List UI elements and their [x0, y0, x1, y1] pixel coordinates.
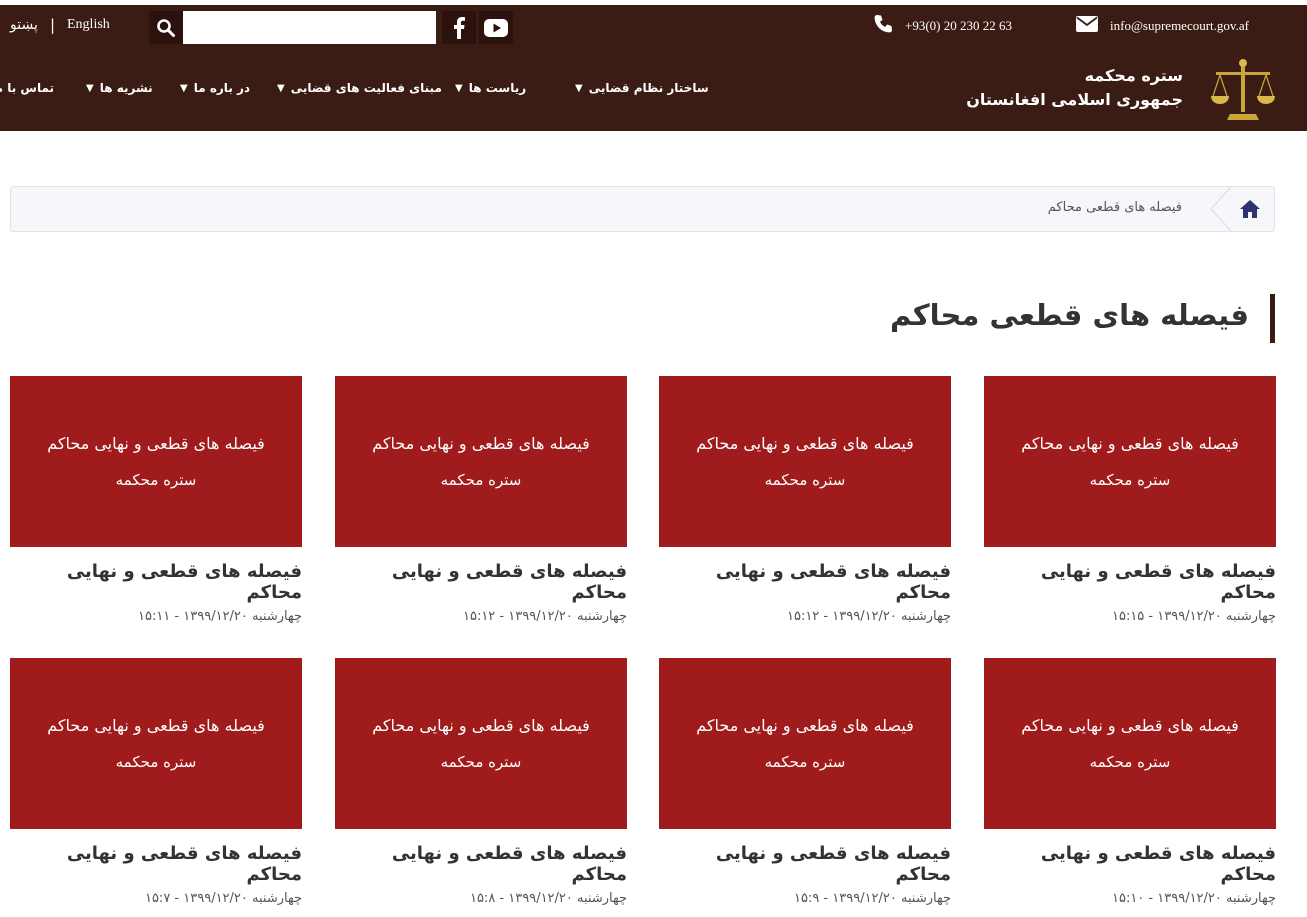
- card-date: چهارشنبه ۱۳۹۹/۱۲/۲۰ - ۱۵:۱۲: [786, 609, 951, 624]
- nav-item-publications[interactable]: نشریه ها ▼: [86, 81, 153, 95]
- thumbnail-line2: ستره محکمه: [764, 471, 846, 489]
- phone-icon: [874, 15, 892, 33]
- thumbnail-line2: ستره محکمه: [115, 471, 197, 489]
- facebook-icon: [454, 16, 465, 39]
- breadcrumb-divider: [1210, 187, 1232, 231]
- brand-name: ستره محکمه: [1084, 66, 1183, 85]
- thumbnail-line1: فیصله های قطعی و نهایی محاکم: [1021, 716, 1239, 735]
- news-card[interactable]: فیصله های قطعی و نهایی محاکم ستره محکمه …: [659, 376, 951, 624]
- search-input[interactable]: [183, 11, 436, 44]
- thumbnail-line1: فیصله های قطعی و نهایی محاکم: [696, 434, 914, 453]
- thumbnail-line2: ستره محکمه: [764, 753, 846, 771]
- thumbnail-line1: فیصله های قطعی و نهایی محاکم: [372, 434, 590, 453]
- search-icon: [157, 18, 175, 37]
- card-thumbnail[interactable]: فیصله های قطعی و نهایی محاکم ستره محکمه: [10, 376, 302, 547]
- card-title[interactable]: فیصله های قطعی و نهایی محاکم: [335, 561, 627, 603]
- email-link[interactable]: info@supremecourt.gov.af: [1110, 18, 1249, 34]
- chevron-down-icon: ▼: [86, 82, 94, 94]
- card-date: چهارشنبه ۱۳۹۹/۱۲/۲۰ - ۱۵:۹: [793, 891, 951, 906]
- card-title[interactable]: فیصله های قطعی و نهایی محاکم: [659, 561, 951, 603]
- news-card[interactable]: فیصله های قطعی و نهایی محاکم ستره محکمه …: [984, 376, 1276, 624]
- youtube-icon: [484, 18, 508, 37]
- main-navbar: ستره محکمه جمهوری اسلامی افغانستان ساختا…: [0, 50, 1307, 131]
- card-title[interactable]: فیصله های قطعی و نهایی محاکم: [659, 843, 951, 885]
- thumbnail-line1: فیصله های قطعی و نهایی محاکم: [47, 716, 265, 735]
- nav-item-judicial-structure[interactable]: ساختار نظام قضایی ▼: [575, 81, 709, 95]
- nav-item-label: تماس با ما: [0, 81, 54, 95]
- thumbnail-line1: فیصله های قطعی و نهایی محاکم: [372, 716, 590, 735]
- thumbnail-line2: ستره محکمه: [1089, 471, 1171, 489]
- thumbnail-line1: فیصله های قطعی و نهایی محاکم: [47, 434, 265, 453]
- card-thumbnail[interactable]: فیصله های قطعی و نهایی محاکم ستره محکمه: [335, 376, 627, 547]
- thumbnail-line2: ستره محکمه: [1089, 753, 1171, 771]
- nav-item-departments[interactable]: ریاست ها ▼: [455, 81, 526, 95]
- facebook-link[interactable]: [442, 11, 476, 44]
- thumbnail-line2: ستره محکمه: [115, 753, 197, 771]
- card-title[interactable]: فیصله های قطعی و نهایی محاکم: [984, 843, 1276, 885]
- top-bar: پښتو | English +93(0) 20 230 22 63 info@…: [0, 0, 1307, 50]
- news-card[interactable]: فیصله های قطعی و نهایی محاکم ستره محکمه …: [10, 658, 302, 906]
- card-title[interactable]: فیصله های قطعی و نهایی محاکم: [335, 843, 627, 885]
- language-separator: |: [50, 16, 56, 34]
- chevron-down-icon: ▼: [575, 82, 583, 94]
- card-title[interactable]: فیصله های قطعی و نهایی محاکم: [10, 561, 302, 603]
- home-icon[interactable]: [1239, 199, 1261, 219]
- breadcrumb-current: فیصله های قطعی محاکم: [1047, 200, 1182, 215]
- card-thumbnail[interactable]: فیصله های قطعی و نهایی محاکم ستره محکمه: [984, 658, 1276, 829]
- chevron-down-icon: ▼: [277, 82, 285, 94]
- nav-item-label: ساختار نظام قضایی: [588, 81, 709, 95]
- language-english-link[interactable]: English: [67, 17, 110, 33]
- card-title[interactable]: فیصله های قطعی و نهایی محاکم: [984, 561, 1276, 603]
- card-date: چهارشنبه ۱۳۹۹/۱۲/۲۰ - ۱۵:۱۱: [137, 609, 302, 624]
- news-card[interactable]: فیصله های قطعی و نهایی محاکم ستره محکمه …: [335, 376, 627, 624]
- news-card[interactable]: فیصله های قطعی و نهایی محاکم ستره محکمه …: [984, 658, 1276, 906]
- breadcrumb: فیصله های قطعی محاکم: [10, 186, 1275, 232]
- card-thumbnail[interactable]: فیصله های قطعی و نهایی محاکم ستره محکمه: [659, 376, 951, 547]
- card-date: چهارشنبه ۱۳۹۹/۱۲/۲۰ - ۱۵:۱۵: [1111, 609, 1276, 624]
- nav-item-judicial-basis[interactable]: مبنای فعالیت های قضایی ▼: [277, 81, 442, 95]
- nav-item-about-us[interactable]: در باره ما ▼: [180, 81, 250, 95]
- nav-item-label: در باره ما: [193, 81, 251, 95]
- card-title[interactable]: فیصله های قطعی و نهایی محاکم: [10, 843, 302, 885]
- card-date: چهارشنبه ۱۳۹۹/۱۲/۲۰ - ۱۵:۱۰: [1111, 891, 1276, 906]
- thumbnail-line1: فیصله های قطعی و نهایی محاکم: [1021, 434, 1239, 453]
- scales-logo-icon[interactable]: [1208, 58, 1278, 124]
- card-thumbnail[interactable]: فیصله های قطعی و نهایی محاکم ستره محکمه: [659, 658, 951, 829]
- card-thumbnail[interactable]: فیصله های قطعی و نهایی محاکم ستره محکمه: [10, 658, 302, 829]
- news-card[interactable]: فیصله های قطعی و نهایی محاکم ستره محکمه …: [10, 376, 302, 624]
- envelope-icon: [1076, 16, 1098, 32]
- card-date: چهارشنبه ۱۳۹۹/۱۲/۲۰ - ۱۵:۱۲: [462, 609, 627, 624]
- phone-number[interactable]: +93(0) 20 230 22 63: [905, 18, 1012, 34]
- nav-item-label: مبنای فعالیت های قضایی: [290, 81, 442, 95]
- card-date: چهارشنبه ۱۳۹۹/۱۲/۲۰ - ۱۵:۷: [144, 891, 302, 906]
- chevron-down-icon: ▼: [180, 82, 188, 94]
- thumbnail-line2: ستره محکمه: [440, 753, 522, 771]
- page-title: فیصله های قطعی محاکم: [890, 298, 1249, 332]
- news-card[interactable]: فیصله های قطعی و نهایی محاکم ستره محکمه …: [335, 658, 627, 906]
- brand-subtitle: جمهوری اسلامی افغانستان: [966, 90, 1183, 109]
- site-brand[interactable]: ستره محکمه جمهوری اسلامی افغانستان: [966, 64, 1183, 112]
- thumbnail-line1: فیصله های قطعی و نهایی محاکم: [696, 716, 914, 735]
- card-thumbnail[interactable]: فیصله های قطعی و نهایی محاکم ستره محکمه: [984, 376, 1276, 547]
- nav-item-label: نشریه ها: [99, 81, 153, 95]
- youtube-link[interactable]: [479, 11, 513, 44]
- title-accent-bar: [1270, 294, 1275, 343]
- news-card[interactable]: فیصله های قطعی و نهایی محاکم ستره محکمه …: [659, 658, 951, 906]
- card-thumbnail[interactable]: فیصله های قطعی و نهایی محاکم ستره محکمه: [335, 658, 627, 829]
- nav-item-label: ریاست ها: [468, 81, 527, 95]
- chevron-down-icon: ▼: [455, 82, 463, 94]
- card-date: چهارشنبه ۱۳۹۹/۱۲/۲۰ - ۱۵:۸: [469, 891, 627, 906]
- language-pashto-link[interactable]: پښتو: [10, 17, 38, 33]
- thumbnail-line2: ستره محکمه: [440, 471, 522, 489]
- nav-item-contact[interactable]: تماس با ما: [0, 81, 54, 95]
- search-button[interactable]: [149, 11, 183, 44]
